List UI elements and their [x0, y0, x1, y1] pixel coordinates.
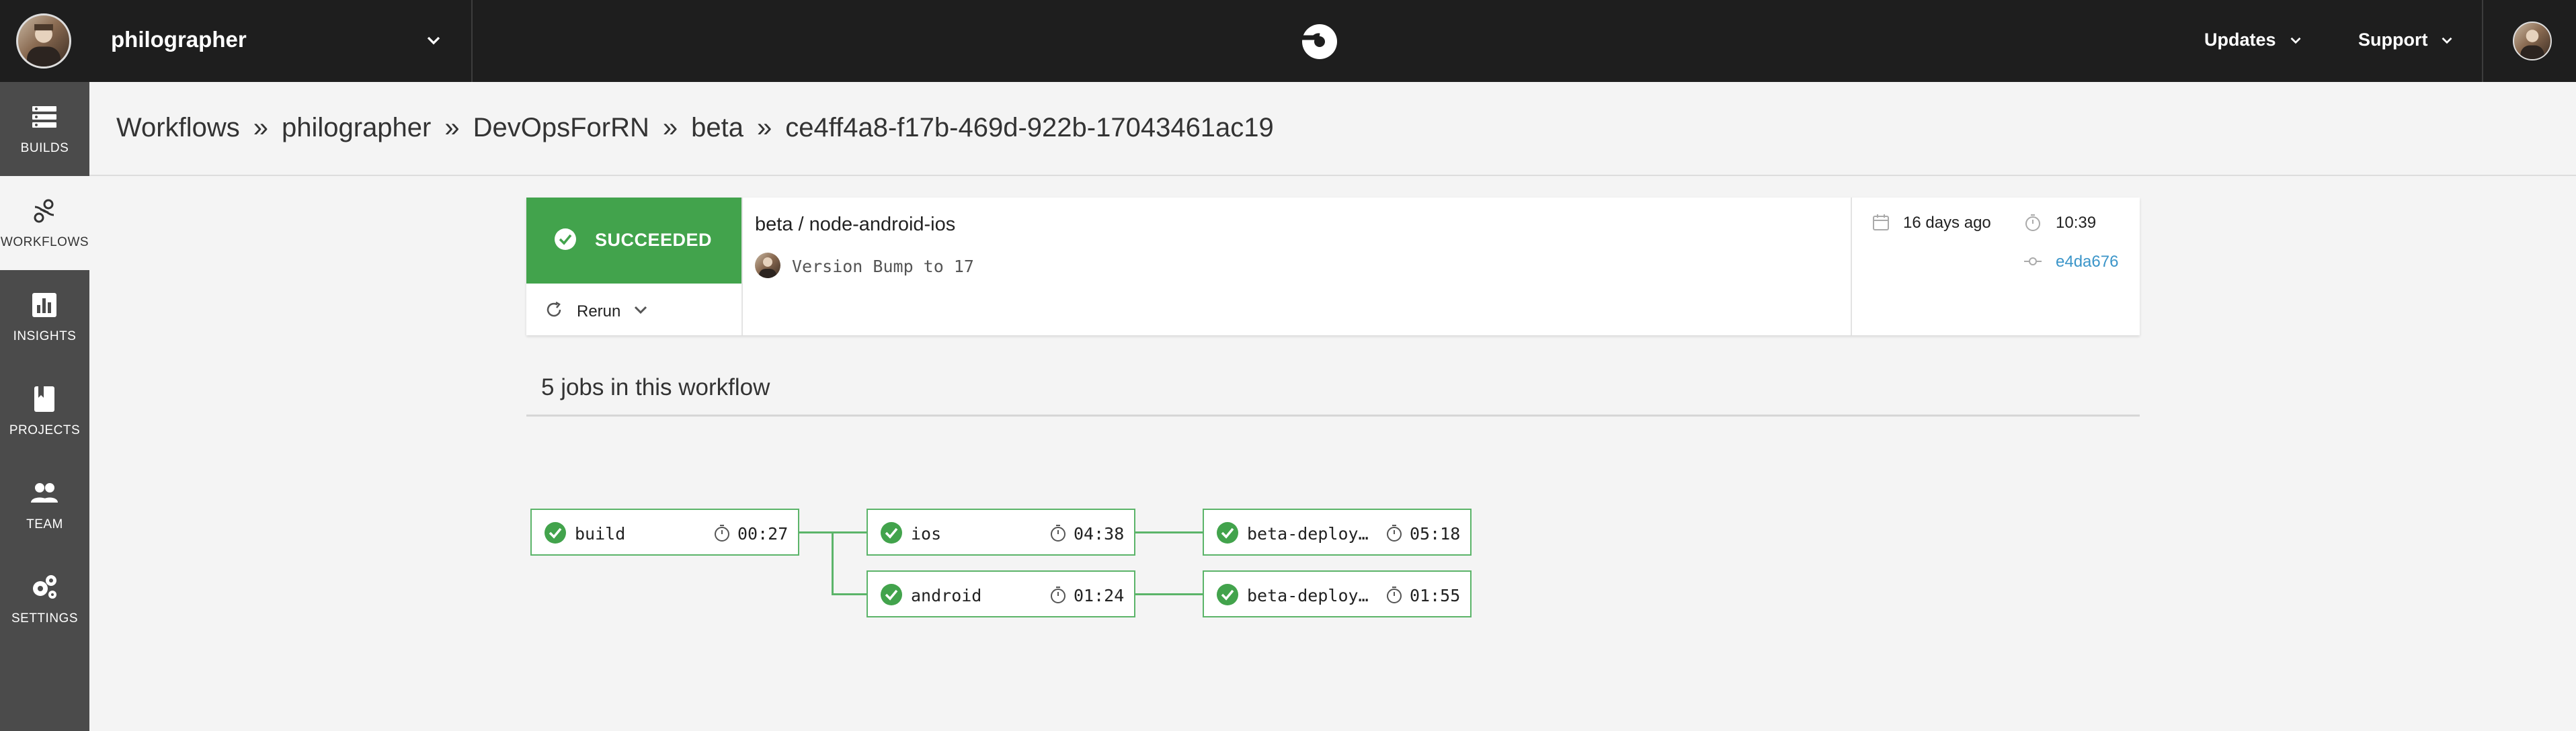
stopwatch-icon	[1387, 587, 1402, 603]
circleci-logo-icon[interactable]	[1299, 22, 1340, 62]
sidebar: BUILDS WORKFLOWS INSIGHTS PROJECTS TEAM …	[0, 82, 89, 731]
chevron-down-icon	[2290, 37, 2300, 44]
breadcrumb-project[interactable]: DevOpsForRN	[473, 113, 649, 143]
job-duration: 05:18	[1410, 524, 1461, 544]
top-navbar: philographer Updates Support	[0, 0, 2576, 82]
commit-message: Version Bump to 17	[792, 257, 974, 276]
workflow-name: beta / node-android-ios	[755, 214, 956, 235]
sidebar-item-projects[interactable]: PROJECTS	[0, 364, 89, 458]
sidebar-label: WORKFLOWS	[0, 235, 89, 249]
user-avatar[interactable]	[2513, 22, 2552, 60]
breadcrumb-workflows[interactable]: Workflows	[116, 113, 240, 143]
workflow-duration: 10:39	[2056, 214, 2097, 232]
chevron-down-icon[interactable]	[631, 300, 651, 320]
stopwatch-icon	[715, 525, 729, 542]
job-name: ios	[911, 524, 942, 544]
sidebar-label: TEAM	[26, 517, 63, 531]
insights-icon	[32, 293, 56, 317]
team-icon	[31, 483, 58, 503]
job-name: android	[911, 586, 982, 605]
chevron-down-icon	[2442, 37, 2452, 44]
sidebar-item-team[interactable]: TEAM	[0, 458, 89, 552]
stopwatch-icon	[1051, 525, 1065, 542]
job-connector	[832, 531, 834, 595]
card-divider	[1851, 198, 1852, 335]
breadcrumb-workflow-id: ce4ff4a8-f17b-469d-922b-17043461ac19	[785, 113, 1274, 142]
page-header: Workflows » philographer » DevOpsForRN »…	[89, 82, 2576, 176]
check-circle-icon	[1217, 584, 1238, 605]
sidebar-label: BUILDS	[20, 141, 69, 155]
status-badge: SUCCEEDED	[526, 198, 741, 284]
breadcrumb-separator: »	[444, 113, 460, 142]
workflow-summary-card: SUCCEEDED Rerun beta / node-android-ios …	[526, 198, 2140, 335]
jobs-heading: 5 jobs in this workflow	[541, 374, 770, 400]
job-build[interactable]: build 00:27	[530, 509, 799, 556]
org-switcher[interactable]: philographer	[89, 0, 473, 82]
commit-hash-link[interactable]: e4da676	[2056, 253, 2118, 271]
topbar-divider	[2482, 0, 2483, 82]
stopwatch-icon	[1387, 525, 1402, 542]
job-duration: 04:38	[1074, 524, 1125, 544]
commit-icon	[2024, 257, 2042, 265]
breadcrumb-org[interactable]: philographer	[282, 113, 431, 143]
chevron-down-icon	[427, 36, 440, 45]
support-label: Support	[2358, 30, 2428, 50]
job-connector	[1135, 531, 1203, 533]
projects-icon	[34, 386, 54, 412]
org-avatar[interactable]	[16, 13, 71, 69]
breadcrumb-separator: »	[253, 113, 268, 142]
support-menu[interactable]: Support	[2358, 30, 2456, 50]
job-name: beta-deploy-…	[1247, 524, 1375, 544]
sidebar-label: PROJECTS	[9, 423, 81, 437]
workflows-icon	[34, 199, 54, 223]
check-circle-icon	[881, 522, 902, 544]
job-beta-deploy-ios[interactable]: beta-deploy-… 05:18	[1203, 509, 1472, 556]
job-duration: 01:24	[1074, 586, 1125, 605]
sidebar-item-settings[interactable]: SETTINGS	[0, 552, 89, 646]
check-circle-icon	[881, 584, 902, 605]
breadcrumb-branch[interactable]: beta	[691, 113, 743, 143]
sidebar-item-insights[interactable]: INSIGHTS	[0, 270, 89, 364]
calendar-icon	[1873, 214, 1889, 230]
check-circle-icon	[1217, 522, 1238, 544]
breadcrumb-separator: »	[662, 113, 678, 142]
check-circle-icon	[545, 522, 566, 544]
rerun-button[interactable]: Rerun	[526, 285, 741, 335]
job-beta-deploy-android[interactable]: beta-deploy-… 01:55	[1203, 570, 1472, 617]
job-duration: 00:27	[737, 524, 789, 544]
job-connector	[1135, 593, 1203, 595]
status-text: SUCCEEDED	[595, 230, 713, 250]
check-circle-icon	[555, 228, 576, 250]
job-name: build	[575, 524, 626, 544]
card-divider	[741, 198, 743, 335]
settings-icon	[33, 575, 56, 599]
breadcrumb: Workflows » philographer » DevOpsForRN »…	[116, 113, 1274, 143]
sidebar-label: SETTINGS	[11, 611, 78, 626]
stopwatch-icon	[2025, 214, 2040, 231]
sidebar-label: INSIGHTS	[13, 329, 77, 343]
job-ios[interactable]: ios 04:38	[867, 509, 1135, 556]
sidebar-item-workflows[interactable]: WORKFLOWS	[0, 176, 89, 270]
stopwatch-icon	[1051, 587, 1065, 603]
builds-icon	[32, 106, 56, 128]
job-name: beta-deploy-…	[1247, 586, 1375, 605]
breadcrumb-separator: »	[757, 113, 772, 142]
job-duration: 01:55	[1410, 586, 1461, 605]
job-android[interactable]: android 01:24	[867, 570, 1135, 617]
updates-menu[interactable]: Updates	[2204, 30, 2304, 50]
sidebar-item-builds[interactable]: BUILDS	[0, 82, 89, 176]
commit-author-avatar	[755, 253, 780, 278]
job-connector	[832, 593, 867, 595]
workflow-date: 16 days ago	[1903, 214, 1991, 232]
org-name: philographer	[111, 27, 247, 52]
updates-label: Updates	[2204, 30, 2276, 50]
jobs-divider	[526, 415, 2140, 417]
refresh-icon	[547, 301, 561, 317]
rerun-label: Rerun	[577, 302, 621, 320]
